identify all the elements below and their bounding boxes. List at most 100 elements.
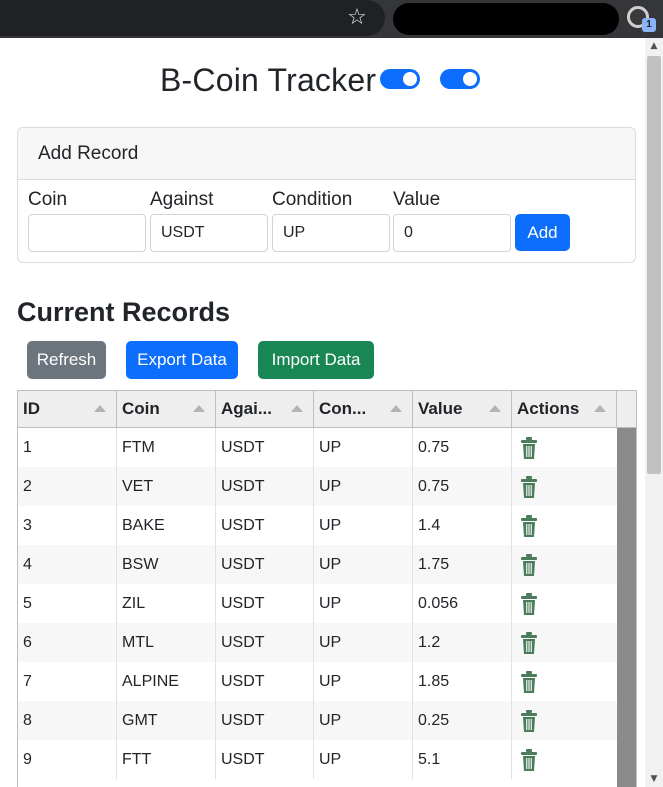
- cell-actions: [512, 662, 617, 701]
- import-data-button[interactable]: Import Data: [258, 341, 374, 379]
- table-row[interactable]: 5 ZIL USDT UP 0.056: [18, 584, 617, 623]
- column-header-against[interactable]: Agai...: [216, 391, 314, 427]
- redacted-area: [393, 3, 619, 35]
- cell-condition: UP: [314, 584, 413, 623]
- cell-against: USDT: [216, 467, 314, 506]
- trash-icon[interactable]: [520, 748, 538, 772]
- cell-coin: BSW: [117, 545, 216, 584]
- column-header-label: Actions: [517, 399, 580, 418]
- column-header-actions[interactable]: Actions: [512, 391, 617, 427]
- page-content: B-Coin Tracker Add Record Coin Against U…: [0, 38, 645, 787]
- table-row[interactable]: 7 ALPINE USDT UP 1.85: [18, 662, 617, 701]
- toggle-switch-1[interactable]: [380, 69, 420, 89]
- cell-coin: ZIL: [117, 584, 216, 623]
- sort-arrow-icon[interactable]: [94, 405, 106, 412]
- cell-against: USDT: [216, 740, 314, 779]
- trash-icon[interactable]: [520, 670, 538, 694]
- column-header-condition[interactable]: Con...: [314, 391, 413, 427]
- cell-id: 1: [18, 428, 117, 467]
- add-record-card: Add Record Coin Against USDT Condition U…: [17, 127, 636, 263]
- trash-icon[interactable]: [520, 475, 538, 499]
- against-input[interactable]: USDT: [150, 214, 268, 252]
- scroll-up-arrow-icon[interactable]: ▲: [645, 38, 663, 54]
- sort-arrow-icon[interactable]: [291, 405, 303, 412]
- cell-id: 9: [18, 740, 117, 779]
- cell-against: USDT: [216, 545, 314, 584]
- refresh-button[interactable]: Refresh: [27, 341, 106, 379]
- condition-input[interactable]: UP: [272, 214, 390, 252]
- export-data-button[interactable]: Export Data: [126, 341, 238, 379]
- condition-field: Condition UP: [272, 189, 390, 252]
- cell-actions: [512, 623, 617, 662]
- add-button[interactable]: Add: [515, 214, 570, 251]
- table-row[interactable]: 3 BAKE USDT UP 1.4: [18, 506, 617, 545]
- column-header-id[interactable]: ID: [18, 391, 117, 427]
- value-field: Value 0: [393, 189, 511, 252]
- cell-coin: BAKE: [117, 506, 216, 545]
- cell-actions: [512, 428, 617, 467]
- trash-icon[interactable]: [520, 514, 538, 538]
- extension-icon[interactable]: 1: [625, 4, 656, 34]
- cell-value: 5.1: [413, 740, 512, 779]
- cell-against: USDT: [216, 701, 314, 740]
- cell-condition: UP: [314, 701, 413, 740]
- cell-coin: VET: [117, 467, 216, 506]
- cell-value: 1.4: [413, 506, 512, 545]
- cell-id: 7: [18, 662, 117, 701]
- trash-icon[interactable]: [520, 436, 538, 460]
- sort-arrow-icon[interactable]: [193, 405, 205, 412]
- toggle-switch-2[interactable]: [440, 69, 480, 89]
- value-label: Value: [393, 189, 441, 210]
- column-header-label: Agai...: [221, 399, 273, 418]
- add-record-header: Add Record: [18, 128, 635, 180]
- cell-coin: GMT: [117, 701, 216, 740]
- cell-value: 0.056: [413, 584, 512, 623]
- grid-scrollbar[interactable]: [617, 428, 636, 787]
- cell-actions: [512, 584, 617, 623]
- cell-against: USDT: [216, 662, 314, 701]
- sort-arrow-icon[interactable]: [489, 405, 501, 412]
- sort-arrow-icon[interactable]: [390, 405, 402, 412]
- trash-icon[interactable]: [520, 709, 538, 733]
- cell-against: USDT: [216, 506, 314, 545]
- records-grid: ID Coin Agai... Con... Value Actions 1 FT…: [17, 390, 637, 787]
- title-row: B-Coin Tracker: [0, 60, 645, 100]
- cell-value: 0.25: [413, 701, 512, 740]
- cell-actions: [512, 545, 617, 584]
- cell-id: 4: [18, 545, 117, 584]
- cell-coin: MTL: [117, 623, 216, 662]
- page-scrollbar[interactable]: ▲ ▼: [645, 38, 663, 787]
- value-input[interactable]: 0: [393, 214, 511, 252]
- cell-actions: [512, 467, 617, 506]
- cell-condition: UP: [314, 545, 413, 584]
- scroll-down-arrow-icon[interactable]: ▼: [645, 771, 663, 787]
- trash-icon[interactable]: [520, 631, 538, 655]
- cell-condition: UP: [314, 506, 413, 545]
- table-row[interactable]: 4 BSW USDT UP 1.75: [18, 545, 617, 584]
- table-row[interactable]: 1 FTM USDT UP 0.75: [18, 428, 617, 467]
- cell-value: 1.75: [413, 545, 512, 584]
- cell-condition: UP: [314, 467, 413, 506]
- cell-condition: UP: [314, 662, 413, 701]
- table-row[interactable]: 9 FTT USDT UP 5.1: [18, 740, 617, 779]
- cell-value: 0.75: [413, 428, 512, 467]
- bookmark-star-icon[interactable]: ☆: [343, 4, 371, 32]
- cell-against: USDT: [216, 584, 314, 623]
- address-bar[interactable]: [0, 0, 385, 36]
- cell-coin: ALPINE: [117, 662, 216, 701]
- column-header-label: Coin: [122, 399, 160, 418]
- table-row[interactable]: 8 GMT USDT UP 0.25: [18, 701, 617, 740]
- column-header-value[interactable]: Value: [413, 391, 512, 427]
- page-title: B-Coin Tracker: [160, 62, 377, 98]
- grid-header: ID Coin Agai... Con... Value Actions: [18, 391, 636, 428]
- against-label: Against: [150, 189, 214, 210]
- table-row[interactable]: 6 MTL USDT UP 1.2: [18, 623, 617, 662]
- cell-coin: FTT: [117, 740, 216, 779]
- trash-icon[interactable]: [520, 592, 538, 616]
- table-row[interactable]: 2 VET USDT UP 0.75: [18, 467, 617, 506]
- sort-arrow-icon[interactable]: [594, 405, 606, 412]
- scrollbar-thumb[interactable]: [647, 56, 661, 474]
- column-header-coin[interactable]: Coin: [117, 391, 216, 427]
- coin-input[interactable]: [28, 214, 146, 252]
- trash-icon[interactable]: [520, 553, 538, 577]
